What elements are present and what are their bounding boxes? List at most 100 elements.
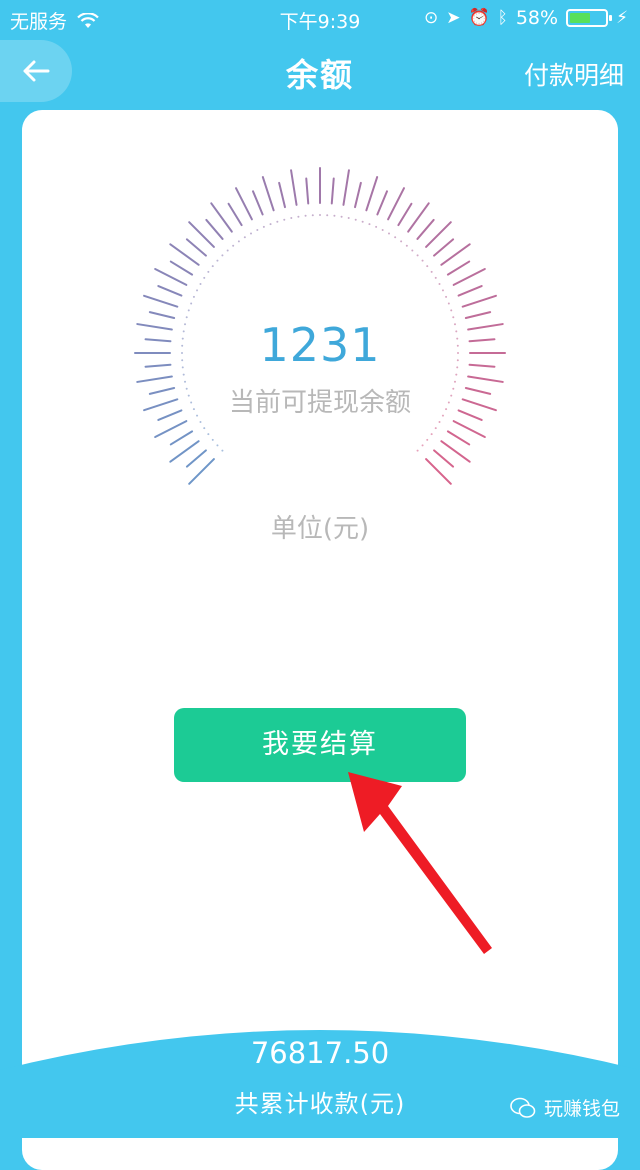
gauge-dot bbox=[290, 217, 293, 220]
gauge-dot bbox=[283, 218, 286, 221]
gauge-dot bbox=[445, 295, 448, 298]
gauge-dot bbox=[221, 449, 224, 452]
gauge-dot bbox=[182, 373, 185, 376]
nav-bar: 余额 付款明细 bbox=[0, 36, 640, 108]
gauge-dot bbox=[430, 270, 433, 273]
payment-details-link[interactable]: 付款明细 bbox=[524, 56, 624, 92]
alarm-icon: ⏰ bbox=[468, 8, 490, 28]
battery-fill bbox=[570, 13, 590, 23]
gauge-tick bbox=[252, 190, 264, 216]
gauge-tick bbox=[185, 238, 207, 257]
gauge-tick bbox=[387, 187, 405, 221]
gauge-dot bbox=[192, 295, 195, 298]
gauge-dot bbox=[207, 270, 210, 273]
gauge-tick bbox=[261, 176, 275, 212]
gauge-tick bbox=[342, 169, 350, 206]
charging-icon: ⚡ bbox=[616, 8, 628, 28]
gauge-dot bbox=[405, 244, 408, 247]
gauge-tick bbox=[157, 285, 183, 297]
gauge-dot bbox=[375, 225, 378, 228]
gauge-dot bbox=[441, 289, 444, 292]
gauge-tick bbox=[143, 294, 179, 308]
gauge-tick bbox=[169, 260, 194, 276]
gauge-dot bbox=[297, 215, 300, 218]
gauge-tick bbox=[365, 176, 379, 212]
gauge-dot bbox=[421, 444, 424, 447]
gauge-dot bbox=[319, 214, 321, 216]
gauge-dot bbox=[237, 240, 240, 243]
gauge-dot bbox=[203, 427, 206, 430]
gauge-tick bbox=[154, 420, 188, 438]
gauge-dot bbox=[199, 283, 202, 285]
gauge-tick bbox=[397, 202, 413, 227]
gauge-tick bbox=[227, 202, 243, 227]
gauge-dot bbox=[269, 223, 272, 226]
total-received-amount: 76817.50 bbox=[250, 1036, 390, 1070]
gauge-dot bbox=[381, 229, 384, 232]
gauge-dot bbox=[276, 220, 279, 223]
gauge-dot bbox=[450, 309, 453, 312]
gauge-dot bbox=[256, 229, 259, 232]
gauge-dot bbox=[199, 421, 202, 423]
gauge-dot bbox=[455, 373, 458, 376]
gauge-tick bbox=[452, 420, 486, 438]
status-bar: 无服务 下午9:39 ⊙ ➤ ⏰ ᛒ 58% ⚡ bbox=[0, 0, 640, 36]
gauge-tick bbox=[440, 243, 471, 266]
gauge-tick bbox=[169, 430, 194, 446]
gauge-dot bbox=[430, 433, 433, 436]
gauge-dot bbox=[447, 302, 450, 305]
gauge-tick bbox=[210, 202, 233, 233]
gauge-dot bbox=[232, 244, 235, 247]
gauge-dot bbox=[262, 225, 265, 228]
gauge-dot bbox=[434, 276, 437, 279]
gauge-dot bbox=[333, 214, 336, 217]
gauge-tick bbox=[290, 169, 298, 206]
orientation-lock-icon: ⊙ bbox=[423, 8, 439, 28]
battery-percent: 58% bbox=[515, 7, 559, 29]
gauge-tick bbox=[354, 181, 362, 209]
gauge-dot bbox=[340, 215, 343, 218]
gauge-tick bbox=[461, 294, 497, 308]
gauge-dot bbox=[326, 214, 329, 217]
gauge-dot bbox=[250, 232, 252, 235]
gauge-dot bbox=[221, 254, 224, 257]
gauge-tick bbox=[446, 260, 471, 276]
gauge-dot bbox=[347, 217, 350, 220]
gauge-tick bbox=[185, 449, 207, 468]
gauge-dot bbox=[304, 214, 307, 217]
wechat-icon bbox=[510, 1097, 536, 1118]
gauge-tick bbox=[330, 177, 335, 205]
gauge-dot bbox=[388, 232, 390, 235]
gauge-dot bbox=[211, 265, 214, 268]
battery-icon bbox=[566, 9, 613, 27]
gauge-tick bbox=[376, 190, 388, 216]
pointer-arrow-icon bbox=[348, 772, 492, 954]
status-right: ⊙ ➤ ⏰ ᛒ 58% ⚡ bbox=[424, 7, 628, 29]
gauge-dot bbox=[187, 309, 190, 312]
gauge-dot bbox=[216, 259, 219, 262]
gauge-tick bbox=[278, 181, 286, 209]
gauge-tick bbox=[169, 243, 200, 266]
gauge-dot bbox=[311, 214, 314, 217]
gauge-dot bbox=[416, 254, 419, 257]
gauge-dot bbox=[203, 276, 206, 279]
gauge-dot bbox=[226, 249, 229, 252]
gauge-tick bbox=[433, 238, 455, 257]
gauge-dot bbox=[190, 302, 193, 305]
gauge-dot bbox=[421, 259, 424, 262]
gauge-dot bbox=[416, 449, 419, 452]
gauge-tick bbox=[154, 268, 188, 286]
gauge-dot bbox=[438, 283, 441, 285]
gauge-tick bbox=[457, 285, 483, 297]
bluetooth-icon: ᛒ bbox=[497, 8, 508, 28]
gauge-dot bbox=[426, 438, 429, 441]
gauge-dot bbox=[196, 289, 199, 292]
gauge-dot bbox=[243, 236, 246, 239]
gauge-tick bbox=[452, 268, 486, 286]
gauge-dot bbox=[426, 265, 429, 268]
balance-label: 当前可提现余额 bbox=[228, 388, 411, 418]
location-icon: ➤ bbox=[446, 8, 461, 28]
gauge-tick bbox=[440, 440, 471, 463]
unit-label: 单位(元) bbox=[270, 514, 370, 544]
gauge-dot bbox=[438, 421, 441, 423]
